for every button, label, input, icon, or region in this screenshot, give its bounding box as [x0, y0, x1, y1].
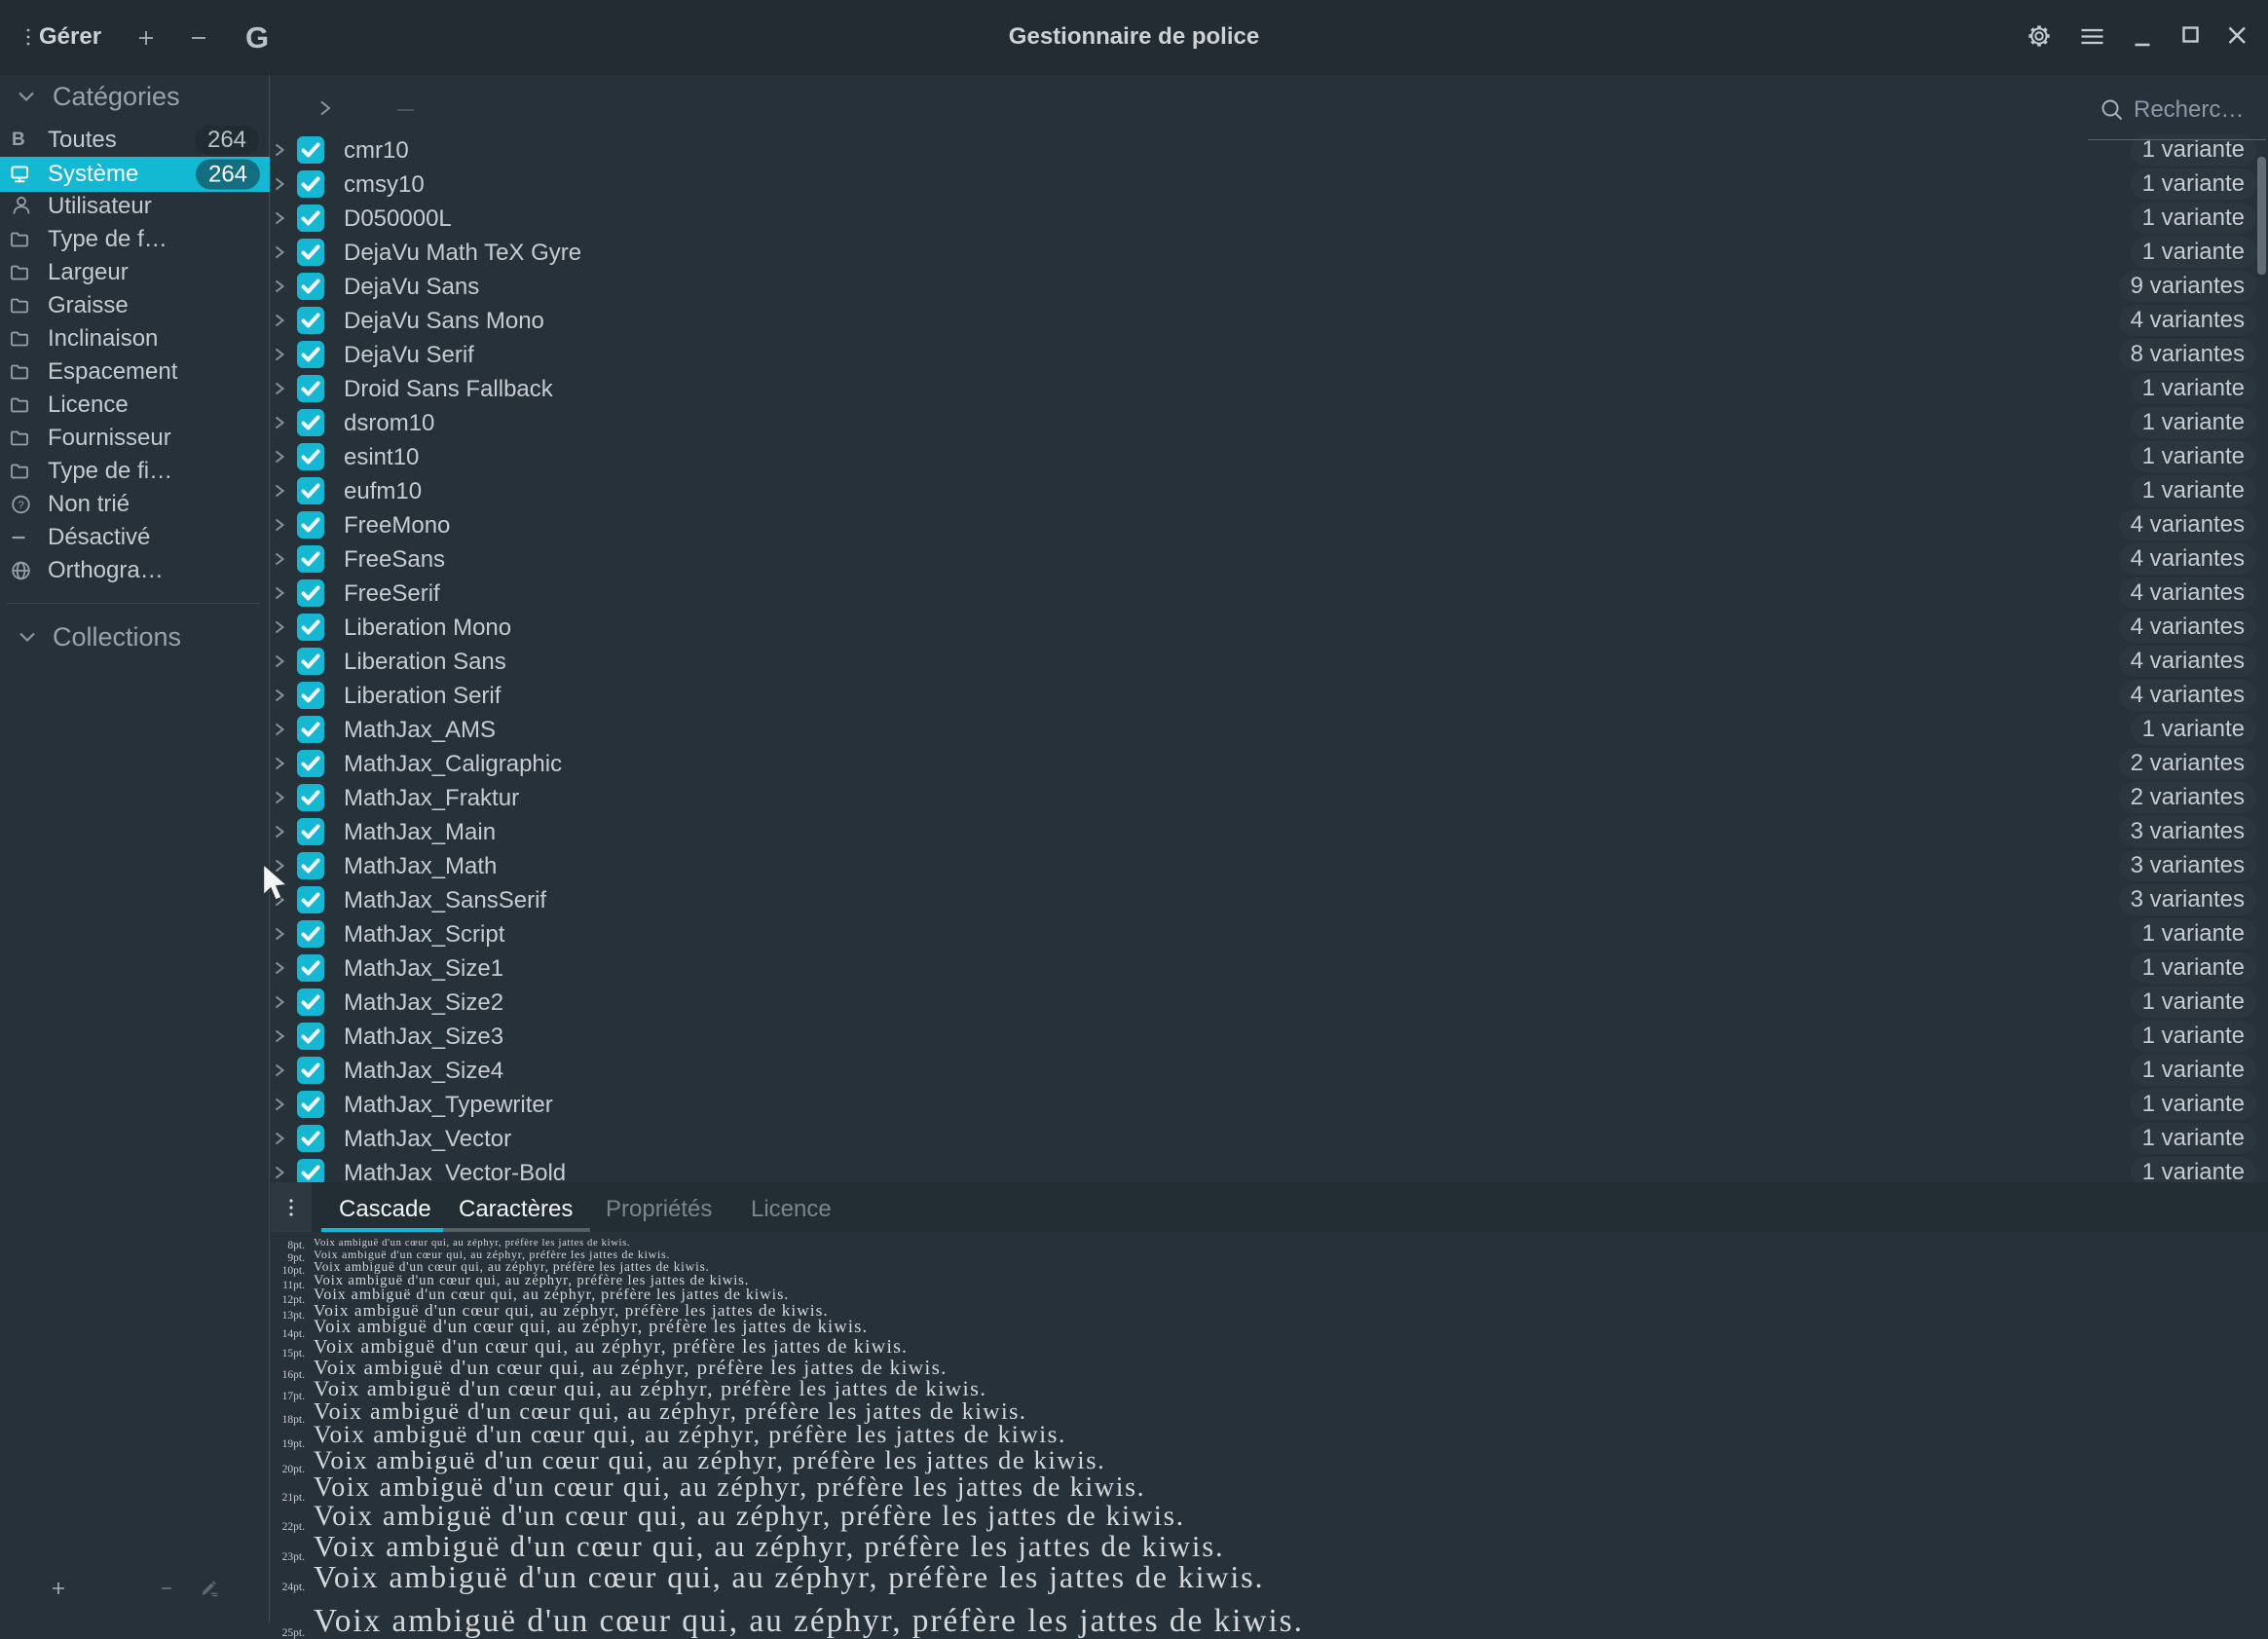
svg-text:?: ?: [18, 500, 23, 511]
